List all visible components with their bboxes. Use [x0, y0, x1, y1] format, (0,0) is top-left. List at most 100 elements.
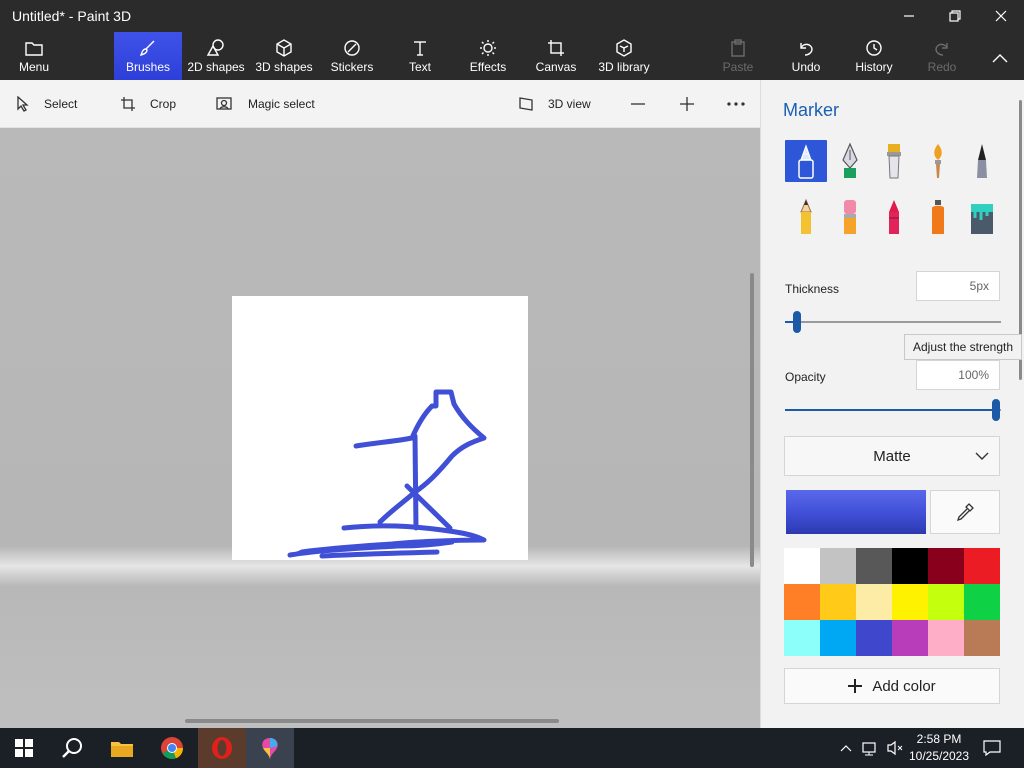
redo-button[interactable]: Redo — [922, 32, 962, 80]
tab-brushes[interactable]: Brushes — [114, 32, 182, 80]
tab-2d-shapes[interactable]: 2D shapes — [186, 32, 246, 80]
opacity-slider-thumb[interactable] — [992, 399, 1000, 421]
tab-effects[interactable]: Effects — [466, 32, 510, 80]
close-icon — [995, 10, 1007, 22]
secondary-toolbar: Select Crop Magic select 3D view — [0, 80, 760, 128]
thickness-input[interactable]: 5px — [916, 271, 1000, 301]
library-3d-icon — [615, 36, 633, 60]
menu-button[interactable]: Menu — [0, 32, 68, 80]
brush-eraser[interactable] — [829, 196, 871, 238]
opacity-slider-fill — [785, 409, 997, 411]
vertical-scrollbar[interactable] — [750, 273, 754, 567]
color-swatch[interactable] — [892, 548, 928, 584]
opacity-input[interactable]: 100% — [916, 360, 1000, 390]
brush-oil[interactable] — [873, 140, 915, 182]
start-button[interactable] — [0, 728, 48, 768]
finish-dropdown[interactable]: Matte — [784, 436, 1000, 476]
search-button[interactable] — [48, 728, 96, 768]
crop-label: Crop — [150, 97, 177, 111]
minimize-button[interactable] — [886, 0, 932, 32]
close-button[interactable] — [978, 0, 1024, 32]
color-swatch[interactable] — [820, 548, 856, 584]
window-title: Untitled* - Paint 3D — [12, 8, 132, 24]
horizontal-scrollbar[interactable] — [185, 719, 559, 723]
color-swatch[interactable] — [820, 620, 856, 656]
tab-text[interactable]: Text — [400, 32, 440, 80]
show-hidden-icons-button[interactable] — [836, 728, 856, 768]
tab-3d-shapes[interactable]: 3D shapes — [254, 32, 314, 80]
eyedropper-button[interactable] — [930, 490, 1000, 534]
color-swatch[interactable] — [784, 620, 820, 656]
zoom-out-button[interactable] — [630, 80, 646, 128]
color-swatch[interactable] — [784, 548, 820, 584]
color-swatch[interactable] — [964, 584, 1000, 620]
color-swatch[interactable] — [928, 548, 964, 584]
tab-canvas[interactable]: Canvas — [534, 32, 578, 80]
redo-label: Redo — [927, 60, 957, 74]
add-color-button[interactable]: Add color — [784, 668, 1000, 704]
brush-marker[interactable] — [785, 140, 827, 182]
color-swatch[interactable] — [892, 620, 928, 656]
view-3d-button[interactable]: 3D view — [518, 80, 591, 128]
brush-crayon[interactable] — [873, 196, 915, 238]
network-button[interactable] — [860, 728, 882, 768]
current-color-swatch[interactable] — [786, 490, 926, 534]
color-swatch[interactable] — [856, 620, 892, 656]
brush-calligraphy-pen[interactable] — [829, 140, 871, 182]
undo-icon — [797, 36, 815, 60]
minus-icon — [631, 103, 645, 105]
tab-3d-library[interactable]: 3D library — [596, 32, 652, 80]
color-swatch[interactable] — [928, 584, 964, 620]
history-button[interactable]: History — [852, 32, 896, 80]
brush-watercolor[interactable] — [917, 140, 959, 182]
oil-brush-icon — [887, 144, 901, 179]
color-swatch[interactable] — [856, 584, 892, 620]
brush-pixel-pen[interactable] — [961, 140, 1003, 182]
volume-button[interactable] — [884, 728, 906, 768]
more-icon — [727, 102, 745, 106]
color-swatch[interactable] — [784, 584, 820, 620]
color-swatch[interactable] — [856, 548, 892, 584]
thickness-slider-track[interactable] — [785, 321, 1001, 323]
sun-icon — [479, 36, 497, 60]
more-options-button[interactable] — [727, 80, 745, 128]
fill-bucket-icon — [971, 204, 993, 234]
view-3d-icon — [519, 97, 533, 111]
brush-fill[interactable] — [961, 196, 1003, 238]
marker-drawing — [287, 389, 487, 559]
magic-select-icon — [216, 97, 232, 110]
cube-icon — [275, 36, 293, 60]
select-button[interactable]: Select — [16, 80, 77, 128]
collapse-ribbon-button[interactable] — [984, 32, 1016, 80]
volume-muted-icon — [887, 740, 903, 756]
paste-button[interactable]: Paste — [718, 32, 758, 80]
color-swatch[interactable] — [892, 584, 928, 620]
undo-button[interactable]: Undo — [786, 32, 826, 80]
brush-spray-can[interactable] — [917, 196, 959, 238]
zoom-in-button[interactable] — [679, 80, 695, 128]
color-swatch[interactable] — [928, 620, 964, 656]
marker-icon — [798, 144, 814, 179]
taskbar-chrome[interactable] — [148, 728, 196, 768]
canvas-workspace[interactable] — [0, 128, 760, 728]
restore-button[interactable] — [932, 0, 978, 32]
taskbar-file-explorer[interactable] — [98, 728, 146, 768]
magic-select-button[interactable]: Magic select — [216, 80, 315, 128]
system-clock[interactable]: 2:58 PM 10/25/2023 — [906, 731, 972, 765]
action-center-button[interactable] — [980, 728, 1004, 768]
tab-stickers[interactable]: Stickers — [328, 32, 376, 80]
thickness-slider-thumb[interactable] — [793, 311, 801, 333]
network-icon — [862, 742, 876, 756]
clock-time: 2:58 PM — [916, 732, 962, 746]
brush-pencil[interactable] — [785, 196, 827, 238]
color-swatch[interactable] — [964, 620, 1000, 656]
crop-button[interactable]: Crop — [120, 80, 176, 128]
color-swatch[interactable] — [964, 548, 1000, 584]
opacity-label: Opacity — [785, 370, 826, 384]
thickness-tooltip: Adjust the strength — [904, 334, 1022, 360]
watercolor-icon — [934, 144, 942, 178]
taskbar-opera[interactable] — [198, 728, 246, 768]
taskbar-paint3d[interactable] — [246, 728, 294, 768]
color-swatch[interactable] — [820, 584, 856, 620]
finish-dropdown-value: Matte — [873, 447, 911, 465]
